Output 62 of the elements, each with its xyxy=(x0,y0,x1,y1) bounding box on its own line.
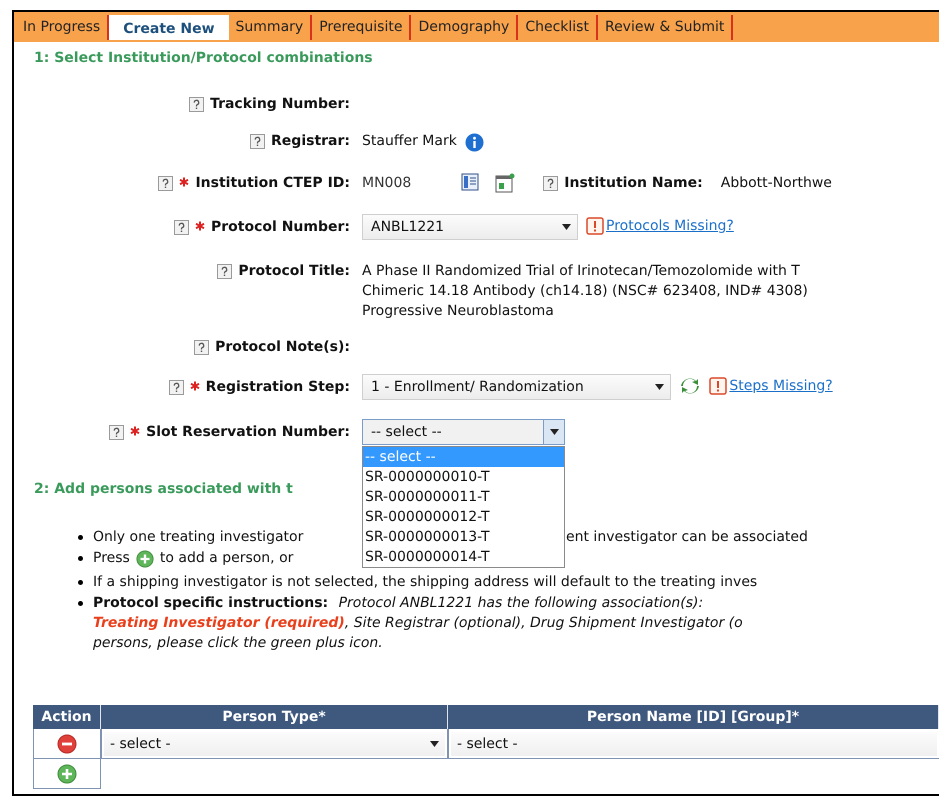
column-header: Person Name [ID] [Group]* xyxy=(448,705,939,729)
bullet-text: to add a person, or xyxy=(160,549,294,568)
select-field[interactable]: 1 - Enrollment/ Randomization xyxy=(362,374,672,400)
select-field[interactable]: -- select -- xyxy=(362,419,565,445)
help-icon[interactable] xyxy=(217,264,232,279)
field-label: Registration Step: xyxy=(206,378,350,397)
field-value: MN008 xyxy=(362,174,412,193)
bullet-text: Press xyxy=(93,549,130,568)
tab[interactable]: Summary xyxy=(228,15,312,40)
section-title: 2: Add persons associated with t xyxy=(34,481,293,497)
field-label: Registrar: xyxy=(271,132,350,151)
required-role-text: Treating Investigator (required) xyxy=(93,615,345,631)
field-value: Stauffer Mark xyxy=(362,132,457,151)
instructions-label: Protocol specific instructions: xyxy=(93,595,328,611)
missing-link[interactable]: Protocols Missing? xyxy=(606,216,734,236)
help-icon[interactable] xyxy=(543,176,558,191)
warning-icon xyxy=(586,217,604,235)
field-label: Protocol Number: xyxy=(211,218,350,237)
help-icon[interactable] xyxy=(158,176,174,191)
caret-icon xyxy=(550,429,558,435)
instructions-text: Protocol ANBL1221 has the following association(s): xyxy=(338,595,704,611)
column-header: Action xyxy=(33,705,101,729)
help-icon[interactable] xyxy=(168,380,184,395)
bullet-text: Only one treating investigator xyxy=(93,528,304,547)
help-icon[interactable] xyxy=(174,220,190,235)
help-icon[interactable] xyxy=(194,340,210,355)
tab[interactable]: Demography xyxy=(411,15,518,40)
tab[interactable]: Create New xyxy=(109,15,229,40)
add-icon[interactable] xyxy=(136,550,154,568)
bullet-text: If a shipping investigator is not selected, the shipping address will default to the treating inves xyxy=(93,573,758,592)
caret-icon xyxy=(430,740,439,746)
tab[interactable]: Checklist xyxy=(518,15,598,40)
caret-icon xyxy=(562,224,571,230)
field-value: Abbott-Northwe xyxy=(720,174,832,193)
help-icon[interactable] xyxy=(109,425,124,440)
section-title: 1: Select Institution/Protocol combinations xyxy=(34,50,373,66)
field-label: Tracking Number: xyxy=(210,95,350,114)
field-label: Institution CTEP ID: xyxy=(195,174,350,193)
tab[interactable]: Prerequisite xyxy=(312,15,412,40)
help-icon[interactable] xyxy=(250,134,266,149)
remove-icon[interactable] xyxy=(57,734,77,754)
protocol-title: A Phase II Randomized Trial of Irinotecan/Temozolomide with T Chimeric 14.18 Antibody (ch14.18) (NSC# 623408, IND# 4308) Progressive Neuroblastoma xyxy=(362,262,808,321)
instructions-text: persons, please click the green plus icon. xyxy=(93,634,384,653)
warning-icon xyxy=(709,377,728,395)
select-field[interactable]: - select - xyxy=(104,732,445,756)
column-header: Person Type* xyxy=(101,705,448,729)
caret-icon xyxy=(655,384,664,390)
field-label: Protocol Note(s): xyxy=(215,338,350,357)
tab[interactable]: Review & Submit xyxy=(598,15,734,40)
bullet-text: ent investigator can be associated xyxy=(566,528,808,547)
missing-link[interactable]: Steps Missing? xyxy=(729,376,833,396)
field-label: Slot Reservation Number: xyxy=(146,423,350,442)
list-icon[interactable] xyxy=(461,173,480,191)
info-icon[interactable] xyxy=(464,133,484,152)
association-text: , Site Registrar (optional), Drug Shipment Investigator (o xyxy=(344,615,743,631)
field-label: Protocol Title: xyxy=(238,262,350,281)
document-icon[interactable] xyxy=(495,173,516,193)
help-icon[interactable] xyxy=(189,97,204,112)
field-label: Institution Name: xyxy=(564,174,703,193)
select-field[interactable]: - select - xyxy=(451,732,937,756)
select-field[interactable]: ANBL1221 xyxy=(362,214,578,240)
add-icon[interactable] xyxy=(57,764,77,784)
